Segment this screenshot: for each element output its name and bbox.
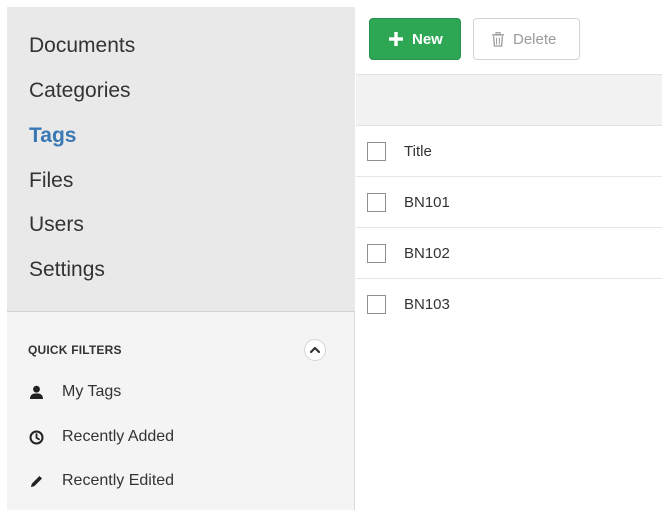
new-button[interactable]: New: [369, 18, 461, 60]
nav-item-settings[interactable]: Settings: [29, 258, 105, 282]
user-icon: [28, 384, 44, 400]
tags-table: Title BN101 BN102 BN103: [356, 126, 662, 330]
nav-item-files[interactable]: Files: [29, 169, 73, 193]
table-row[interactable]: BN101: [356, 177, 662, 228]
trash-icon: [492, 31, 504, 47]
filter-bar: [356, 74, 662, 126]
quick-filter-label: Recently Added: [62, 428, 175, 445]
table-row[interactable]: BN102: [356, 228, 662, 279]
row-title[interactable]: BN102: [404, 245, 450, 262]
quick-filter-recently-edited[interactable]: Recently Edited: [28, 471, 174, 491]
table-row[interactable]: BN103: [356, 279, 662, 330]
nav-item-tags[interactable]: Tags: [29, 124, 76, 148]
quick-filter-label: Recently Edited: [62, 472, 175, 489]
row-checkbox[interactable]: [367, 295, 386, 314]
row-checkbox[interactable]: [367, 243, 386, 263]
nav-item-documents[interactable]: Documents: [29, 34, 135, 58]
clock-icon: [28, 429, 44, 445]
quick-filters-title: QUICK FILTERS: [28, 343, 122, 357]
select-all-checkbox[interactable]: [367, 141, 386, 161]
quick-filter-recently-added[interactable]: Recently Added: [28, 427, 174, 447]
delete-button[interactable]: Delete: [473, 18, 580, 60]
toolbar: New Delete: [356, 0, 662, 74]
new-button-label: New: [412, 30, 443, 48]
main-nav: Documents Categories Tags Files Users Se…: [7, 7, 355, 312]
quick-filter-my-tags[interactable]: My Tags: [28, 382, 121, 402]
quick-filter-label: My Tags: [62, 383, 122, 400]
row-title[interactable]: BN101: [404, 194, 450, 211]
sidebar: Documents Categories Tags Files Users Se…: [7, 7, 355, 510]
pencil-icon: [28, 473, 44, 489]
column-header-title[interactable]: Title: [404, 143, 432, 160]
nav-item-categories[interactable]: Categories: [29, 79, 131, 103]
table-header-row: Title: [356, 126, 662, 177]
chevron-up-icon: [310, 346, 320, 354]
nav-item-users[interactable]: Users: [29, 213, 84, 237]
row-checkbox[interactable]: [367, 192, 386, 212]
quick-filters-collapse-button[interactable]: [304, 339, 326, 361]
row-title[interactable]: BN103: [404, 296, 450, 313]
plus-icon: [389, 32, 403, 46]
delete-button-label: Delete: [513, 30, 557, 48]
